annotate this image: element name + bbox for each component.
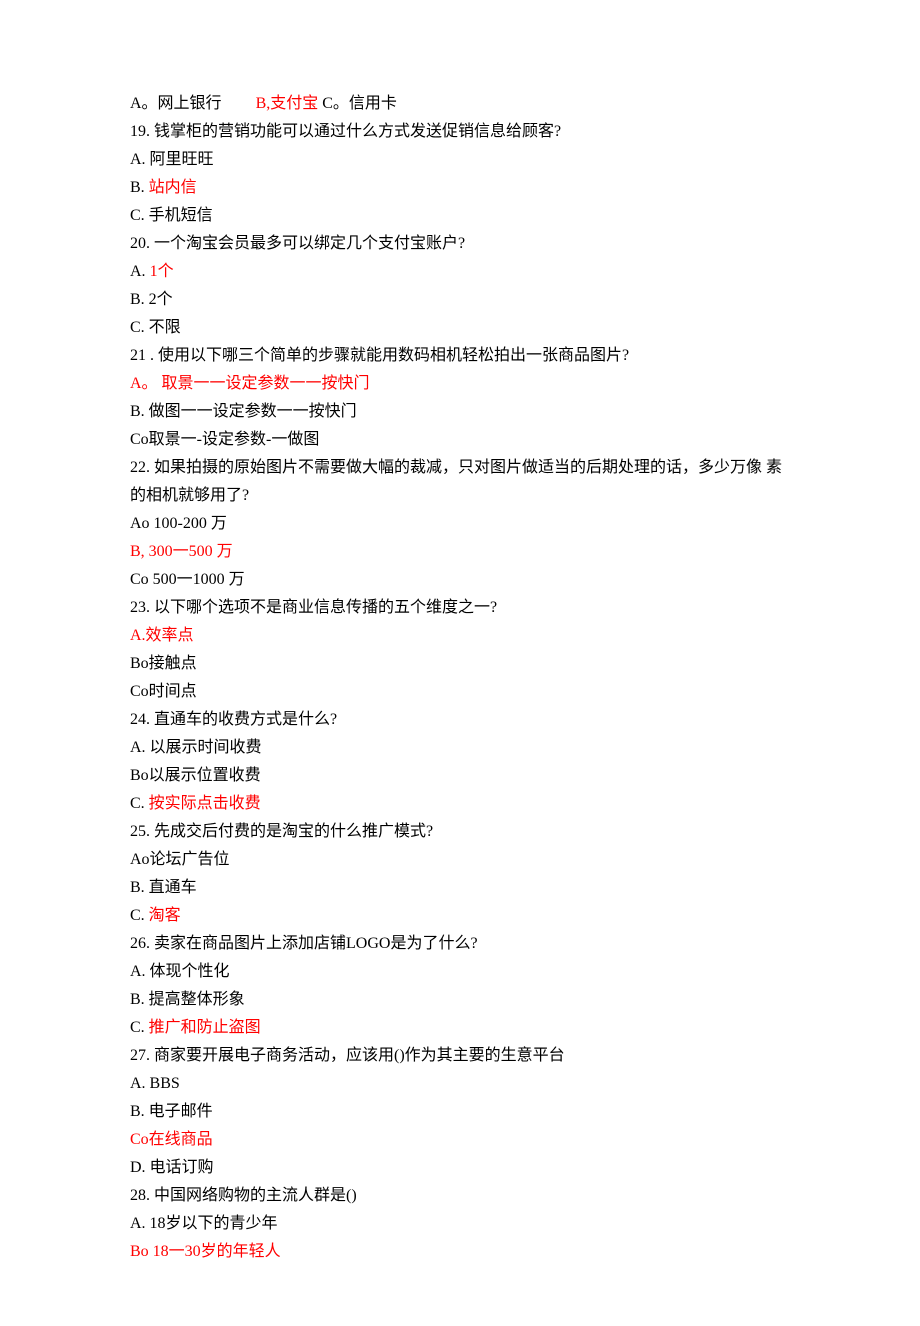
answer-text: 按实际点击收费 bbox=[149, 795, 261, 812]
question-text: A. bbox=[130, 263, 150, 280]
question-text: Ao论坛广告位 bbox=[130, 851, 230, 868]
answer-text: B, 300一500 万 bbox=[130, 543, 233, 560]
question-text: B. 电子邮件 bbox=[130, 1103, 213, 1120]
answer-text: 淘客 bbox=[149, 907, 181, 924]
answer-text: B,支付宝 bbox=[256, 95, 319, 112]
text-line: 25. 先成交后付费的是淘宝的什么推广模式? bbox=[130, 818, 790, 846]
text-line: A. 体现个性化 bbox=[130, 958, 790, 986]
text-line: Co 500一1000 万 bbox=[130, 566, 790, 594]
question-text: C。信用卡 bbox=[318, 95, 397, 112]
question-text: B. 做图一一设定参数一一按快门 bbox=[130, 403, 357, 420]
answer-text: A。 取景一一设定参数一一按快门 bbox=[130, 375, 370, 392]
question-text: Bo接触点 bbox=[130, 655, 197, 672]
text-line: A。 取景一一设定参数一一按快门 bbox=[130, 370, 790, 398]
question-text: A. 阿里旺旺 bbox=[130, 151, 214, 168]
question-text: Co时间点 bbox=[130, 683, 197, 700]
question-text: D. 电话订购 bbox=[130, 1159, 214, 1176]
text-line: B, 300一500 万 bbox=[130, 538, 790, 566]
question-text: B. 2个 bbox=[130, 291, 173, 308]
text-line: 28. 中国网络购物的主流人群是() bbox=[130, 1182, 790, 1210]
text-line: C. 推广和防止盗图 bbox=[130, 1014, 790, 1042]
question-text: Co取景一-设定参数-一做图 bbox=[130, 431, 319, 448]
text-line: A. BBS bbox=[130, 1070, 790, 1098]
question-text: A. 以展示时间收费 bbox=[130, 739, 262, 756]
text-line: Bo 18一30岁的年轻人 bbox=[130, 1238, 790, 1266]
answer-text: Co在线商品 bbox=[130, 1131, 213, 1148]
question-text: A. 体现个性化 bbox=[130, 963, 230, 980]
question-text: C. bbox=[130, 907, 149, 924]
question-text: B. bbox=[130, 179, 149, 196]
question-text: 25. 先成交后付费的是淘宝的什么推广模式? bbox=[130, 823, 433, 840]
text-line: B. 做图一一设定参数一一按快门 bbox=[130, 398, 790, 426]
text-line: A. 以展示时间收费 bbox=[130, 734, 790, 762]
text-line: 24. 直通车的收费方式是什么? bbox=[130, 706, 790, 734]
text-line: 23. 以下哪个选项不是商业信息传播的五个维度之一? bbox=[130, 594, 790, 622]
question-text: B. 直通车 bbox=[130, 879, 197, 896]
question-text: Co 500一1000 万 bbox=[130, 571, 245, 588]
question-text: 28. 中国网络购物的主流人群是() bbox=[130, 1187, 357, 1204]
question-text: 21 . 使用以下哪三个简单的步骤就能用数码相机轻松拍出一张商品图片? bbox=[130, 347, 629, 364]
text-line: 22. 如果拍摄的原始图片不需要做大幅的裁减，只对图片做适当的后期处理的话，多少… bbox=[130, 454, 790, 510]
question-text: A. BBS bbox=[130, 1075, 180, 1092]
question-text: C. 不限 bbox=[130, 319, 181, 336]
answer-text: A.效率点 bbox=[130, 627, 194, 644]
question-text: Ao 100-200 万 bbox=[130, 515, 227, 532]
text-line: A.效率点 bbox=[130, 622, 790, 650]
question-text: 26. 卖家在商品图片上添加店铺LOGO是为了什么? bbox=[130, 935, 478, 952]
text-line: C. 不限 bbox=[130, 314, 790, 342]
text-line: 27. 商家要开展电子商务活动，应该用()作为其主要的生意平台 bbox=[130, 1042, 790, 1070]
text-line: Ao论坛广告位 bbox=[130, 846, 790, 874]
question-text: C. bbox=[130, 1019, 149, 1036]
question-text: A。网上银行 bbox=[130, 95, 222, 112]
answer-text: 站内信 bbox=[149, 179, 197, 196]
question-text: Bo以展示位置收费 bbox=[130, 767, 261, 784]
text-line: B. 电子邮件 bbox=[130, 1098, 790, 1126]
text-line: B. 站内信 bbox=[130, 174, 790, 202]
text-line: 19. 钱掌柜的营销功能可以通过什么方式发送促销信息给顾客? bbox=[130, 118, 790, 146]
text-line: B. 直通车 bbox=[130, 874, 790, 902]
text-line: Co取景一-设定参数-一做图 bbox=[130, 426, 790, 454]
text-line: C. 手机短信 bbox=[130, 202, 790, 230]
text-line: A. 1个 bbox=[130, 258, 790, 286]
answer-text: Bo 18一30岁的年轻人 bbox=[130, 1243, 281, 1260]
question-text: 27. 商家要开展电子商务活动，应该用()作为其主要的生意平台 bbox=[130, 1047, 565, 1064]
text-line: A. 18岁以下的青少年 bbox=[130, 1210, 790, 1238]
text-line: Co时间点 bbox=[130, 678, 790, 706]
question-text: 20. 一个淘宝会员最多可以绑定几个支付宝账户? bbox=[130, 235, 465, 252]
question-text: B. 提高整体形象 bbox=[130, 991, 245, 1008]
question-text: A. 18岁以下的青少年 bbox=[130, 1215, 278, 1232]
text-line: B. 2个 bbox=[130, 286, 790, 314]
text-line: 21 . 使用以下哪三个简单的步骤就能用数码相机轻松拍出一张商品图片? bbox=[130, 342, 790, 370]
answer-text: 推广和防止盗图 bbox=[149, 1019, 261, 1036]
text-line: 26. 卖家在商品图片上添加店铺LOGO是为了什么? bbox=[130, 930, 790, 958]
question-text: 24. 直通车的收费方式是什么? bbox=[130, 711, 337, 728]
text-line: D. 电话订购 bbox=[130, 1154, 790, 1182]
text-line: Bo接触点 bbox=[130, 650, 790, 678]
text-line: A。网上银行 B,支付宝 C。信用卡 bbox=[130, 90, 790, 118]
answer-text: 1个 bbox=[150, 263, 174, 280]
text-line: Co在线商品 bbox=[130, 1126, 790, 1154]
text-line: Ao 100-200 万 bbox=[130, 510, 790, 538]
text-line: Bo以展示位置收费 bbox=[130, 762, 790, 790]
text-line: A. 阿里旺旺 bbox=[130, 146, 790, 174]
text-line: 20. 一个淘宝会员最多可以绑定几个支付宝账户? bbox=[130, 230, 790, 258]
text-line: C. 按实际点击收费 bbox=[130, 790, 790, 818]
document-page: A。网上银行 B,支付宝 C。信用卡 19. 钱掌柜的营销功能可以通过什么方式发送促… bbox=[0, 0, 920, 1326]
text-line: C. 淘客 bbox=[130, 902, 790, 930]
question-text: C. bbox=[130, 795, 149, 812]
question-text: 19. 钱掌柜的营销功能可以通过什么方式发送促销信息给顾客? bbox=[130, 123, 561, 140]
question-text: 23. 以下哪个选项不是商业信息传播的五个维度之一? bbox=[130, 599, 497, 616]
question-text: 22. 如果拍摄的原始图片不需要做大幅的裁减，只对图片做适当的后期处理的话，多少… bbox=[130, 459, 782, 504]
text-line: B. 提高整体形象 bbox=[130, 986, 790, 1014]
question-text: C. 手机短信 bbox=[130, 207, 213, 224]
